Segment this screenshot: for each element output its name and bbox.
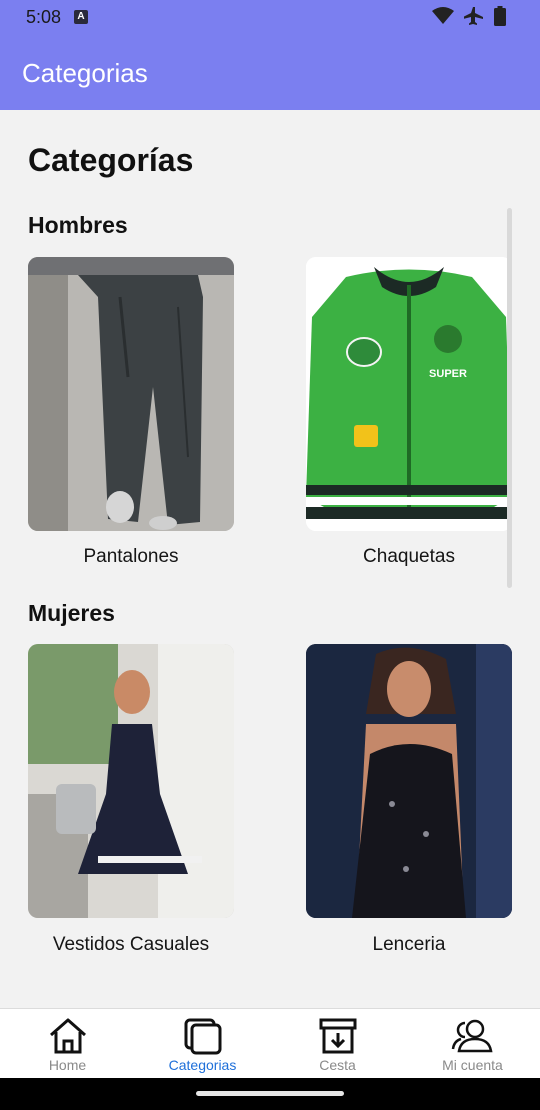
status-icons [432, 6, 506, 26]
wifi-icon [432, 7, 454, 24]
scrollbar[interactable] [507, 208, 512, 588]
nav-item-home[interactable]: Home [0, 1009, 135, 1079]
home-icon [49, 1018, 86, 1054]
category-label-lenceria[interactable]: Lenceria [306, 934, 512, 956]
app-bar-title: Categorias [22, 58, 148, 88]
page-title: Categorías [28, 142, 194, 178]
nav-label-mi-cuenta: Mi cuenta [442, 1057, 503, 1073]
nav-item-mi-cuenta[interactable]: Mi cuenta [405, 1009, 540, 1079]
status-time: 5:08 [26, 7, 62, 27]
app-bar: 5:08 A Categorias [0, 0, 540, 110]
nav-label-home: Home [48, 1057, 87, 1073]
battery-icon [494, 6, 506, 26]
system-gesture-bar [0, 1078, 540, 1110]
account-icon [451, 1019, 492, 1053]
categories-icon [184, 1018, 221, 1055]
nav-item-categorias[interactable]: Categorias [135, 1009, 270, 1079]
category-image-pantalones[interactable] [28, 257, 234, 531]
svg-text:SUPER: SUPER [429, 368, 467, 380]
notification-icon: A [74, 10, 88, 24]
nav-label-cesta: Cesta [319, 1057, 356, 1073]
bottom-navigation: Home Categorias Cesta Mi cuenta [0, 1008, 540, 1079]
nav-label-categorias: Categorias [168, 1057, 237, 1073]
category-label-pantalones[interactable]: Pantalones [28, 546, 234, 568]
cart-box-icon [319, 1018, 356, 1054]
section-title-hombres: Hombres [28, 212, 128, 238]
airplane-icon [464, 7, 483, 25]
nav-item-cesta[interactable]: Cesta [270, 1009, 405, 1079]
section-title-mujeres: Mujeres [28, 600, 115, 626]
category-image-chaquetas[interactable]: SUPER [306, 257, 512, 531]
category-image-lenceria[interactable] [306, 644, 512, 918]
category-label-vestidos-casuales[interactable]: Vestidos Casuales [28, 934, 234, 956]
home-gesture-handle[interactable] [196, 1091, 344, 1096]
category-image-vestidos-casuales[interactable] [28, 644, 234, 918]
category-label-chaquetas[interactable]: Chaquetas [306, 546, 512, 568]
